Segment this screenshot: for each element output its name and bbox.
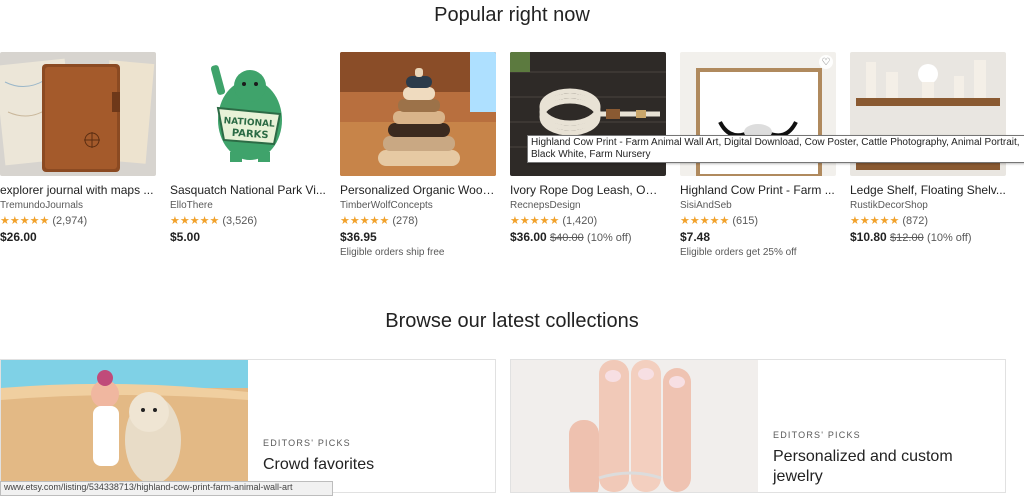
review-count: (3,526) — [222, 214, 258, 227]
discount: (10% off) — [587, 232, 632, 244]
promo-note: Eligible orders get 25% off — [680, 247, 797, 258]
rating: ★★★★★ (3,526) — [170, 214, 326, 228]
collection-text: EDITORS' PICKS Personalized and custom j… — [773, 430, 983, 487]
shop-name[interactable]: SisiAndSeb — [680, 200, 836, 211]
review-count: (872) — [902, 214, 928, 227]
collection-eyebrow: EDITORS' PICKS — [263, 438, 351, 448]
price: $7.48 — [680, 230, 711, 244]
discount: (10% off) — [927, 232, 972, 244]
leather-journal-image[interactable] — [0, 52, 156, 176]
star-rating-icon: ★★★★★ — [850, 215, 900, 227]
heart-icon[interactable]: ♡ — [819, 55, 833, 69]
shop-name[interactable]: RecnepsDesign — [510, 200, 666, 211]
listing-card[interactable]: explorer journal with maps ... TremundoJ… — [0, 52, 156, 244]
listing-card[interactable]: NATIONAL PARKS Sasquatch National Park V… — [170, 52, 326, 244]
shop-name[interactable]: TremundoJournals — [0, 200, 156, 211]
rating: ★★★★★ (615) — [680, 214, 836, 228]
review-count: (1,420) — [562, 214, 598, 227]
listing-card[interactable]: Personalized Organic Wood... TimberWolfC… — [340, 52, 496, 258]
collection-title[interactable]: Personalized and custom jewelry — [773, 447, 983, 487]
hover-tooltip: Highland Cow Print - Farm Animal Wall Ar… — [527, 135, 1024, 163]
listing-title[interactable]: explorer journal with maps ... — [0, 183, 156, 197]
popular-section-title: Popular right now — [434, 4, 590, 26]
price: $26.00 — [0, 230, 37, 244]
rating: ★★★★★ (2,974) — [0, 214, 156, 228]
price: $36.95 — [340, 230, 377, 244]
price: $36.00 $40.00 (10% off) — [510, 230, 666, 244]
wooden-stacker-image[interactable] — [340, 52, 496, 176]
hand-with-ring-image — [511, 360, 758, 492]
shipping-note: Eligible orders ship free — [340, 247, 445, 258]
review-count: (2,974) — [52, 214, 88, 227]
link-status-bar: www.etsy.com/listing/534338713/highland-… — [0, 481, 333, 496]
collection-card-personalized-jewelry[interactable]: EDITORS' PICKS Personalized and custom j… — [510, 359, 1006, 493]
rating: ★★★★★ (278) — [340, 214, 496, 228]
price: $5.00 — [170, 230, 201, 244]
sale-price: $10.80 — [850, 230, 887, 244]
rating: ★★★★★ (872) — [850, 214, 1006, 228]
collections-section-title: Browse our latest collections — [385, 310, 639, 332]
shop-name[interactable]: ElloThere — [170, 200, 326, 211]
review-count: (278) — [392, 214, 418, 227]
rating: ★★★★★ (1,420) — [510, 214, 666, 228]
shop-name[interactable]: RustikDecorShop — [850, 200, 1006, 211]
shop-name[interactable]: TimberWolfConcepts — [340, 200, 496, 211]
girl-with-alpaca-image — [1, 360, 248, 492]
collection-eyebrow: EDITORS' PICKS — [773, 430, 861, 440]
original-price: $40.00 — [550, 232, 584, 244]
listing-title[interactable]: Sasquatch National Park Vi... — [170, 183, 326, 197]
collection-text: EDITORS' PICKS Crowd favorites — [263, 438, 374, 475]
price: $10.80 $12.00 (10% off) — [850, 230, 1006, 244]
original-price: $12.00 — [890, 232, 924, 244]
star-rating-icon: ★★★★★ — [340, 215, 390, 227]
star-rating-icon: ★★★★★ — [510, 215, 560, 227]
listing-title[interactable]: Personalized Organic Wood... — [340, 183, 496, 197]
collection-card-crowd-favorites[interactable]: EDITORS' PICKS Crowd favorites — [0, 359, 496, 493]
collection-title[interactable]: Crowd favorites — [263, 455, 374, 475]
review-count: (615) — [732, 214, 758, 227]
star-rating-icon: ★★★★★ — [0, 215, 50, 227]
listing-title[interactable]: Highland Cow Print - Farm ... — [680, 183, 836, 197]
sasquatch-sticker-image[interactable]: NATIONAL PARKS — [170, 52, 326, 176]
star-rating-icon: ★★★★★ — [170, 215, 220, 227]
star-rating-icon: ★★★★★ — [680, 215, 730, 227]
sale-price: $36.00 — [510, 230, 547, 244]
listing-title[interactable]: Ledge Shelf, Floating Shelv... — [850, 183, 1006, 197]
listing-title[interactable]: Ivory Rope Dog Leash, Omb... — [510, 183, 666, 197]
